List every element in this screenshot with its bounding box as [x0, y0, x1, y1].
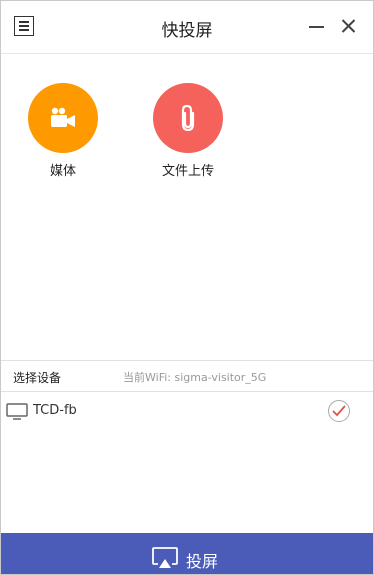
title-bar: 快投屏: [1, 1, 373, 54]
select-device-label: 选择设备: [13, 371, 62, 385]
cast-button[interactable]: 投屏: [1, 533, 373, 574]
media-button[interactable]: 媒体: [18, 83, 108, 179]
paperclip-icon: [181, 104, 195, 132]
file-upload-button[interactable]: 文件上传: [143, 83, 233, 179]
video-camera-icon: [51, 107, 75, 127]
check-icon[interactable]: [328, 400, 350, 422]
minimize-icon[interactable]: [306, 15, 328, 37]
screen-cast-icon: [152, 547, 178, 573]
current-wifi-text: 当前WiFi: sigma-visitor_5G: [123, 371, 267, 384]
upload-circle: [153, 83, 223, 153]
monitor-icon: [6, 403, 28, 425]
media-label: 媒体: [49, 164, 76, 179]
file-upload-label: 文件上传: [161, 164, 214, 179]
media-circle: [28, 83, 98, 153]
device-list-item[interactable]: TCD-fb: [1, 394, 373, 430]
close-icon[interactable]: [338, 15, 360, 37]
device-name: TCD-fb: [33, 403, 77, 418]
cast-label: 投屏: [186, 552, 219, 571]
app-window: 快投屏 媒体 文件上传 选择设备 当前WiFi: sigma-visitor_5…: [0, 0, 374, 575]
device-section-header: 选择设备 当前WiFi: sigma-visitor_5G: [1, 360, 373, 392]
